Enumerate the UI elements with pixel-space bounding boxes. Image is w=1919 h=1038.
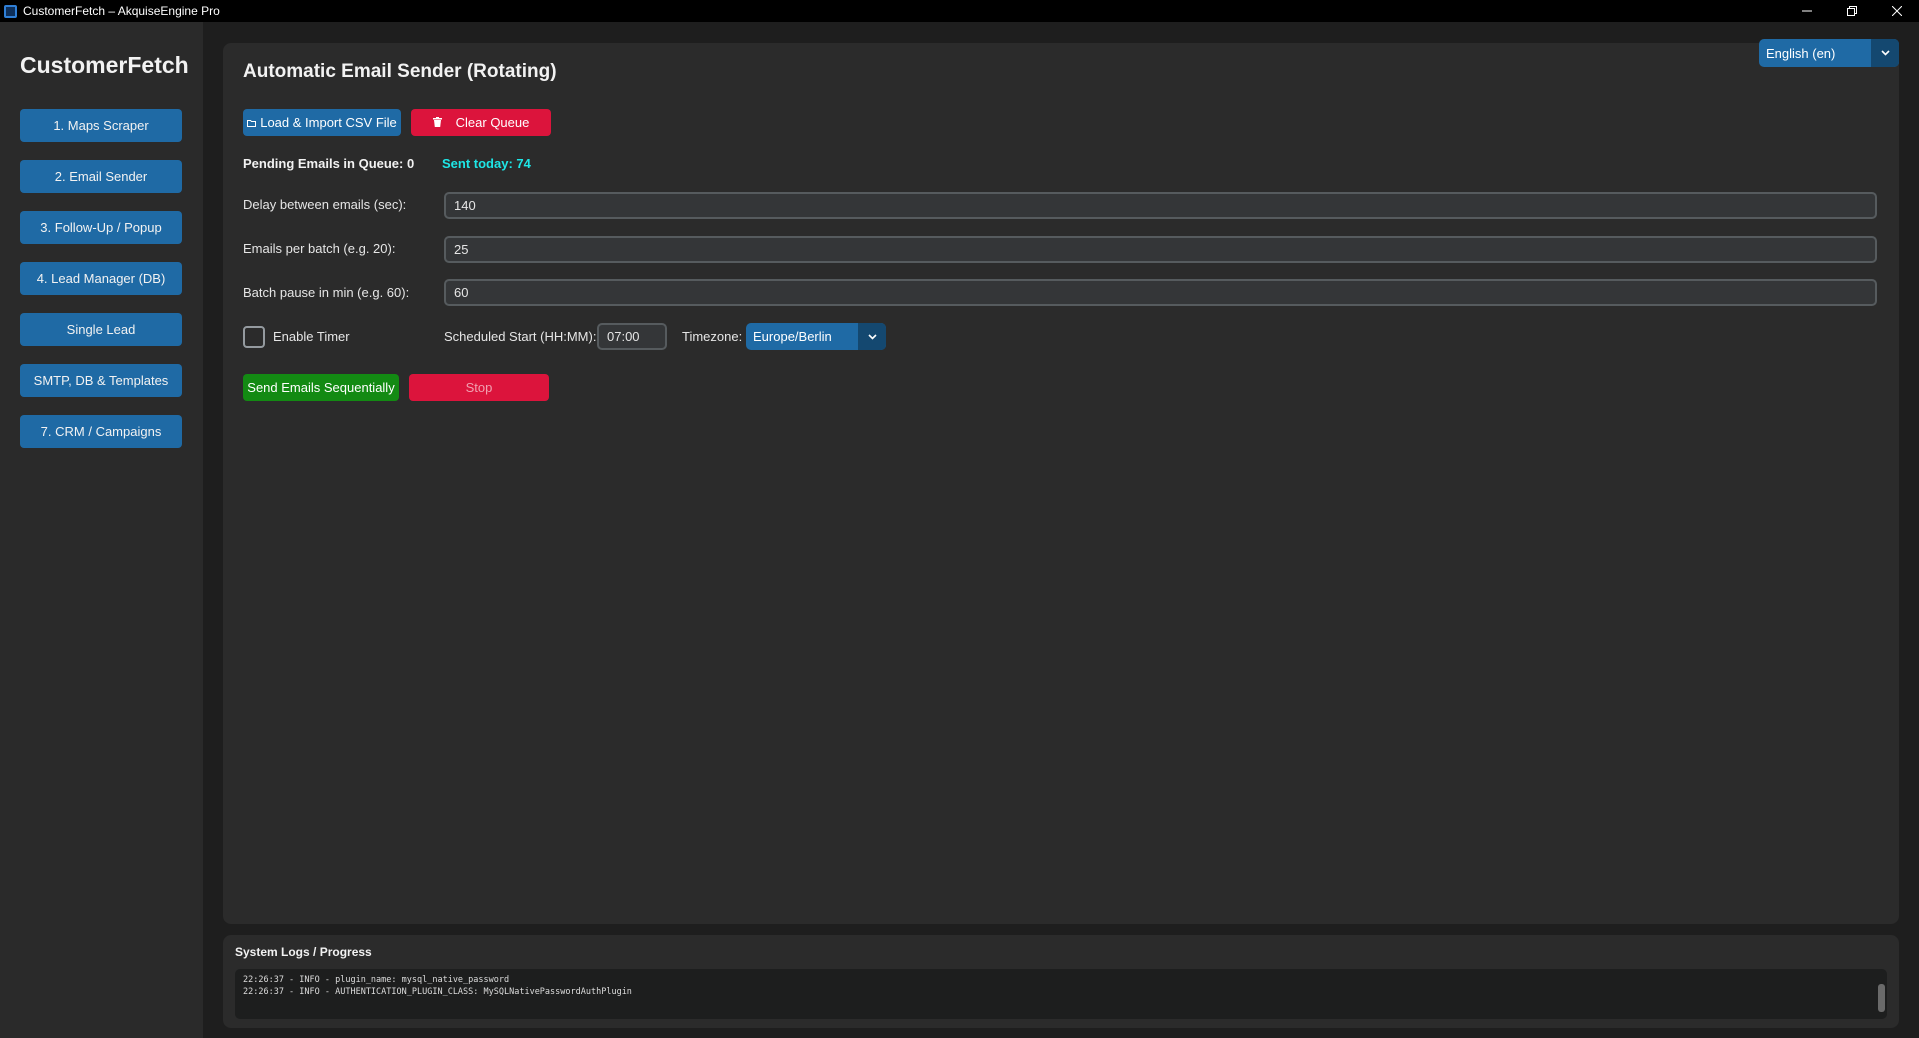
sent-today-count: Sent today: 74 bbox=[442, 156, 531, 171]
batch-pause-input[interactable] bbox=[444, 279, 1877, 306]
timezone-label: Timezone: bbox=[682, 329, 743, 344]
clear-queue-button[interactable]: Clear Queue bbox=[411, 109, 551, 136]
log-scrollbar[interactable] bbox=[1878, 984, 1885, 1012]
stop-button[interactable]: Stop bbox=[409, 374, 549, 401]
app-icon bbox=[4, 4, 17, 18]
nav-email-sender-button[interactable]: 2. Email Sender bbox=[20, 160, 182, 193]
scheduled-start-label: Scheduled Start (HH:MM): bbox=[444, 329, 597, 344]
app-brand: CustomerFetch bbox=[20, 52, 189, 78]
timezone-value: Europe/Berlin bbox=[753, 329, 832, 344]
delay-label: Delay between emails (sec): bbox=[243, 197, 407, 212]
scheduled-start-input[interactable] bbox=[597, 323, 667, 350]
load-csv-button[interactable]: Load & Import CSV File bbox=[243, 109, 401, 136]
logs-title: System Logs / Progress bbox=[235, 945, 372, 959]
enable-timer-checkbox[interactable] bbox=[243, 326, 265, 348]
title-bar: CustomerFetch – AkquiseEngine Pro bbox=[0, 0, 1919, 22]
trash-icon bbox=[432, 115, 442, 130]
window-controls bbox=[1784, 0, 1919, 22]
folder-icon bbox=[247, 115, 257, 130]
nav-lead-manager-button[interactable]: 4. Lead Manager (DB) bbox=[20, 262, 182, 295]
nav-single-lead-button[interactable]: Single Lead bbox=[20, 313, 182, 346]
timezone-select[interactable]: Europe/Berlin bbox=[746, 323, 886, 350]
send-emails-button[interactable]: Send Emails Sequentially bbox=[243, 374, 399, 401]
chevron-down-icon bbox=[1871, 39, 1899, 67]
window-title: CustomerFetch – AkquiseEngine Pro bbox=[23, 4, 220, 18]
page-title: Automatic Email Sender (Rotating) bbox=[243, 61, 557, 82]
nav-smtp-templates-button[interactable]: SMTP, DB & Templates bbox=[20, 364, 182, 397]
email-sender-panel: Automatic Email Sender (Rotating) Load &… bbox=[223, 43, 1899, 924]
restore-icon[interactable] bbox=[1829, 0, 1874, 22]
language-value: English (en) bbox=[1766, 45, 1836, 61]
delay-input[interactable] bbox=[444, 192, 1877, 219]
nav-maps-scraper-button[interactable]: 1. Maps Scraper bbox=[20, 109, 182, 142]
nav-follow-up-button[interactable]: 3. Follow-Up / Popup bbox=[20, 211, 182, 244]
sidebar: CustomerFetch 1. Maps Scraper 2. Email S… bbox=[0, 22, 203, 1038]
batch-label: Emails per batch (e.g. 20): bbox=[243, 241, 396, 256]
log-output[interactable]: 22:26:37 - INFO - plugin_name: mysql_nat… bbox=[235, 969, 1887, 1019]
pending-emails-count: Pending Emails in Queue: 0 bbox=[243, 156, 415, 171]
batch-input[interactable] bbox=[444, 236, 1877, 263]
nav-crm-campaigns-button[interactable]: 7. CRM / Campaigns bbox=[20, 415, 182, 448]
language-select[interactable]: English (en) bbox=[1759, 39, 1899, 67]
chevron-down-icon bbox=[858, 323, 886, 350]
load-csv-label: Load & Import CSV File bbox=[260, 115, 397, 130]
minimize-icon[interactable] bbox=[1784, 0, 1829, 22]
clear-queue-label: Clear Queue bbox=[455, 115, 530, 130]
log-line: 22:26:37 - INFO - AUTHENTICATION_PLUGIN_… bbox=[243, 987, 632, 997]
close-icon[interactable] bbox=[1874, 0, 1919, 22]
enable-timer-label: Enable Timer bbox=[273, 329, 350, 344]
batch-pause-label: Batch pause in min (e.g. 60): bbox=[243, 285, 410, 300]
log-line: 22:26:37 - INFO - plugin_name: mysql_nat… bbox=[243, 975, 510, 985]
system-logs-panel: System Logs / Progress 22:26:37 - INFO -… bbox=[223, 935, 1899, 1028]
